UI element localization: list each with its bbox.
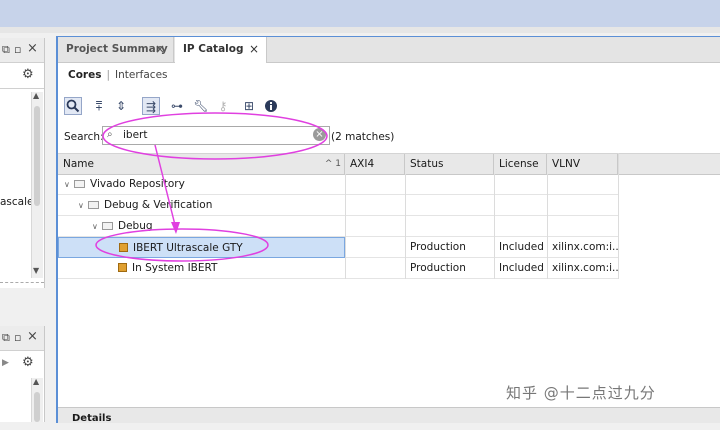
scroll-down-icon[interactable]: ▼ (33, 266, 39, 275)
row-license: Included (499, 262, 544, 274)
table-row[interactable]: ∨ Debug & Verification (58, 195, 618, 216)
search-value: ibert (123, 129, 148, 141)
column-name-label: Name (63, 158, 94, 170)
title-bar-separator (0, 27, 720, 33)
tab-project-summary-label: Project Summary (66, 43, 168, 55)
tree-cell: IBERT Ultrascale GTY (58, 237, 345, 258)
hierarchy-icon[interactable]: ⊶ (168, 97, 186, 115)
details-panel-header[interactable]: Details (58, 407, 720, 424)
gear-icon[interactable]: ⚙ (22, 356, 34, 369)
ip-core-icon (118, 263, 127, 272)
maximize-icon[interactable]: ▫ (14, 332, 21, 344)
sort-ascending-icon: ^ 1 (324, 159, 341, 169)
restore-icon[interactable]: ⧉ (2, 44, 10, 56)
match-count: (2 matches) (331, 131, 395, 143)
search-icon: ⌕ (107, 129, 113, 140)
chevron-down-icon[interactable]: ∨ (92, 216, 102, 237)
row-license: Included (499, 241, 544, 253)
tab-ip-catalog[interactable]: IP Catalog × (175, 37, 267, 63)
search-icon[interactable] (64, 97, 82, 115)
search-label: Search: (64, 131, 104, 143)
column-divider (547, 174, 548, 279)
maximize-icon[interactable]: ▫ (14, 44, 21, 56)
left-panel-divider (0, 88, 44, 89)
folder-icon (102, 222, 113, 230)
tree-cell: ∨ Debug & Verification (58, 195, 345, 216)
column-divider (494, 174, 495, 279)
table-row-selected[interactable]: IBERT Ultrascale GTY Production Included… (58, 237, 618, 258)
table-row[interactable]: In System IBERT Production Included xili… (58, 258, 618, 279)
scroll-up-icon[interactable]: ▲ (33, 377, 39, 386)
restore-icon[interactable]: ⧉ (2, 332, 10, 344)
wrench-icon[interactable]: 🔧︎ (192, 97, 210, 115)
left-panel-bottom-header: ⧉ ▫ × (0, 326, 44, 351)
column-divider (618, 153, 619, 279)
expand-all-icon[interactable]: ⇕ (112, 97, 130, 115)
close-icon[interactable]: × (27, 42, 38, 55)
tab-ip-catalog-label: IP Catalog (183, 43, 244, 55)
chevron-down-icon[interactable]: ∨ (64, 174, 74, 195)
tab-bar: Project Summary × IP Catalog × (58, 37, 720, 63)
gear-icon[interactable]: ⚙ (22, 68, 34, 81)
column-header-status[interactable]: Status (405, 154, 494, 174)
tree-cell: ∨ Debug (58, 216, 345, 237)
scrollbar-thumb[interactable] (34, 106, 40, 206)
left-panel-bottom-scrollbar[interactable]: ▲ (31, 377, 43, 422)
close-icon[interactable]: × (27, 330, 38, 343)
column-divider (345, 174, 346, 279)
watermark: 知乎 @十二点过九分 (506, 384, 656, 402)
column-header-axi4[interactable]: AXI4 (345, 154, 405, 174)
left-panel-scrollbar[interactable]: ▲ ▼ (31, 91, 43, 278)
scroll-up-icon[interactable]: ▲ (33, 91, 39, 100)
tree-cell: In System IBERT (58, 258, 345, 279)
subtabs: Cores | Interfaces (68, 69, 168, 81)
left-panel-bottom: ⧉ ▫ × ▶ ⚙ ▲ (0, 326, 45, 422)
left-panel-top: ⧉ ▫ × ⚙ ascale_ ▲ ▼ (0, 38, 45, 288)
row-vlnv: xilinx.com:i... (552, 241, 618, 253)
left-panel-top-header: ⧉ ▫ × (0, 38, 44, 63)
chevron-down-icon[interactable]: ∨ (78, 195, 88, 216)
search-input[interactable]: ⌕ ibert × (102, 126, 330, 145)
group-icon[interactable]: ⇶ (142, 97, 160, 115)
row-name: In System IBERT (132, 262, 218, 274)
clear-search-icon[interactable]: × (313, 128, 326, 141)
folder-icon (74, 180, 85, 188)
row-vlnv: xilinx.com:i... (552, 262, 618, 274)
window-title-bar (0, 0, 720, 27)
key-icon[interactable]: ⚷ (214, 97, 232, 115)
ip-catalog-panel: Project Summary × IP Catalog × Cores | Int… (56, 36, 720, 424)
row-name: Vivado Repository (90, 178, 185, 190)
close-icon[interactable]: × (155, 37, 165, 62)
scrollbar-thumb[interactable] (34, 392, 40, 422)
folder-icon (88, 201, 99, 209)
column-header-vlnv[interactable]: VLNV (547, 154, 618, 174)
info-icon[interactable] (262, 97, 280, 115)
arrow-right-icon[interactable]: ▶ (2, 357, 9, 369)
row-status: Production (410, 241, 466, 253)
subtab-cores[interactable]: Cores (68, 69, 101, 81)
table-header: Name ^ 1 AXI4 Status License VLNV (58, 153, 720, 175)
row-status: Production (410, 262, 466, 274)
row-name: Debug & Verification (104, 199, 213, 211)
ip-core-icon (119, 243, 128, 252)
collapse-all-icon[interactable]: ⩱ (90, 97, 108, 115)
column-header-license[interactable]: License (494, 154, 547, 174)
subtab-interfaces[interactable]: Interfaces (115, 69, 167, 81)
row-axi4 (345, 237, 405, 258)
subtab-separator: | (106, 69, 111, 81)
chip-icon[interactable]: ⊞ (240, 97, 258, 115)
column-divider (405, 174, 406, 279)
tab-project-summary[interactable]: Project Summary × (58, 37, 174, 62)
close-icon[interactable]: × (249, 37, 259, 62)
row-name: IBERT Ultrascale GTY (133, 242, 243, 254)
column-header-name[interactable]: Name ^ 1 (58, 154, 345, 174)
row-axi4 (345, 258, 405, 279)
tree-cell: ∨ Vivado Repository (58, 174, 345, 195)
left-panel-bottom-dash (0, 282, 44, 284)
table-row[interactable]: ∨ Debug (58, 216, 618, 237)
table-row[interactable]: ∨ Vivado Repository (58, 174, 618, 195)
row-name: Debug (118, 220, 153, 232)
